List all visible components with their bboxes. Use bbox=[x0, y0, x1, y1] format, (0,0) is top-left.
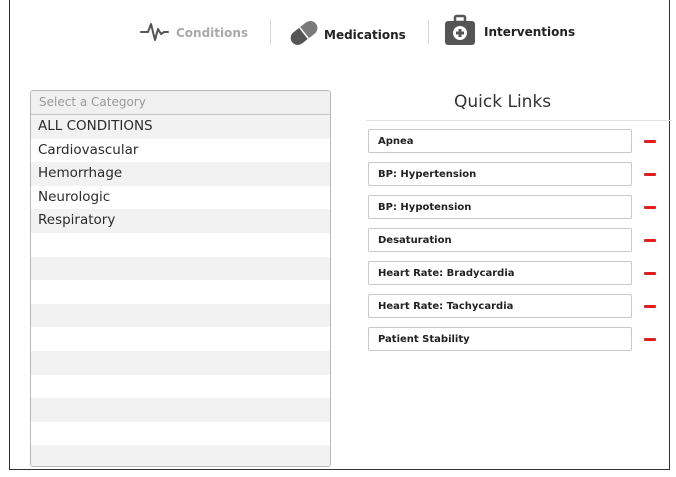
list-item[interactable]: Cardiovascular bbox=[31, 139, 330, 163]
empty-row bbox=[31, 445, 330, 466]
quick-link-item[interactable]: Patient Stability bbox=[368, 327, 632, 351]
remove-icon[interactable] bbox=[644, 305, 656, 308]
quick-link-item[interactable]: BP: Hypertension bbox=[368, 162, 632, 186]
category-select[interactable]: Select a Category bbox=[31, 91, 330, 115]
empty-row bbox=[31, 233, 330, 257]
divider bbox=[366, 120, 672, 121]
pill-icon bbox=[286, 18, 322, 52]
quick-links-title: Quick Links bbox=[454, 92, 552, 112]
list-item[interactable]: Hemorrhage bbox=[31, 162, 330, 186]
empty-row bbox=[31, 375, 330, 399]
empty-row bbox=[31, 327, 330, 351]
quick-link-item[interactable]: Heart Rate: Tachycardia bbox=[368, 294, 632, 318]
tab-bar: Conditions Medications Interventions bbox=[0, 14, 676, 54]
tab-conditions[interactable]: Conditions bbox=[140, 20, 248, 46]
quick-link-item[interactable]: BP: Hypotension bbox=[368, 195, 632, 219]
tab-medications-label: Medications bbox=[324, 28, 406, 42]
remove-icon[interactable] bbox=[644, 173, 656, 176]
heartbeat-icon bbox=[140, 20, 170, 46]
tab-interventions[interactable]: Interventions bbox=[444, 14, 575, 50]
tab-medications[interactable]: Medications bbox=[286, 18, 406, 52]
empty-row bbox=[31, 280, 330, 304]
quick-link-item[interactable]: Heart Rate: Bradycardia bbox=[368, 261, 632, 285]
remove-icon[interactable] bbox=[644, 272, 656, 275]
list-item[interactable]: Neurologic bbox=[31, 186, 330, 210]
tab-divider bbox=[270, 20, 271, 44]
remove-icon[interactable] bbox=[644, 206, 656, 209]
quick-link-item[interactable]: Desaturation bbox=[368, 228, 632, 252]
remove-icon[interactable] bbox=[644, 140, 656, 143]
remove-icon[interactable] bbox=[644, 239, 656, 242]
tab-divider bbox=[428, 20, 429, 44]
quick-link-item[interactable]: Apnea bbox=[368, 129, 632, 153]
remove-icon[interactable] bbox=[644, 338, 656, 341]
list-item[interactable]: ALL CONDITIONS bbox=[31, 115, 330, 139]
empty-row bbox=[31, 303, 330, 328]
empty-row bbox=[31, 422, 330, 446]
medical-kit-icon bbox=[444, 14, 476, 50]
empty-row bbox=[31, 350, 330, 375]
category-list: Select a Category ALL CONDITIONS Cardiov… bbox=[30, 90, 331, 467]
tab-interventions-label: Interventions bbox=[484, 25, 576, 39]
tab-conditions-label: Conditions bbox=[176, 26, 249, 40]
list-item[interactable]: Respiratory bbox=[31, 209, 330, 233]
empty-row bbox=[31, 398, 330, 422]
empty-row bbox=[31, 256, 330, 281]
